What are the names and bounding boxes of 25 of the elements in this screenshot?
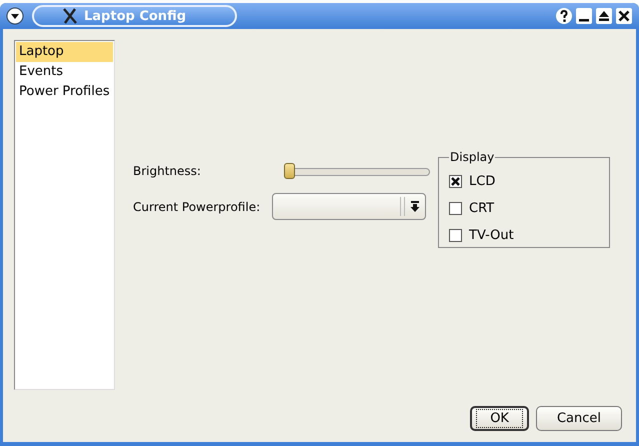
checkbox[interactable] — [449, 202, 462, 215]
checkbox-label: TV-Out — [469, 228, 514, 243]
menu-icon[interactable] — [6, 7, 24, 25]
close-icon[interactable] — [615, 7, 633, 25]
brightness-label: Brightness: — [133, 164, 202, 178]
caret-icon — [410, 201, 420, 212]
minimize-icon[interactable] — [575, 7, 593, 25]
powerprofile-dropdown[interactable] — [272, 193, 426, 220]
cancel-button[interactable]: Cancel — [536, 406, 622, 431]
sidebar-item[interactable]: Events — [16, 62, 113, 82]
sidebar-item[interactable]: Laptop — [16, 42, 113, 62]
checkbox[interactable] — [449, 229, 462, 242]
checkbox-label: LCD — [469, 174, 496, 189]
brightness-slider[interactable] — [284, 163, 430, 179]
help-icon[interactable] — [555, 7, 573, 25]
sidebar-item[interactable]: Power Profiles — [16, 82, 113, 102]
group-title: Display — [449, 150, 496, 164]
slider-handle[interactable] — [284, 163, 295, 179]
maximize-icon[interactable] — [595, 7, 613, 25]
ok-button[interactable]: OK — [470, 406, 529, 431]
checkbox-label: CRT — [469, 201, 494, 216]
x-logo-icon — [62, 8, 78, 24]
checkbox[interactable] — [449, 175, 462, 188]
powerprofile-label: Current Powerprofile: — [133, 200, 262, 214]
window-title: Laptop Config — [84, 8, 186, 24]
